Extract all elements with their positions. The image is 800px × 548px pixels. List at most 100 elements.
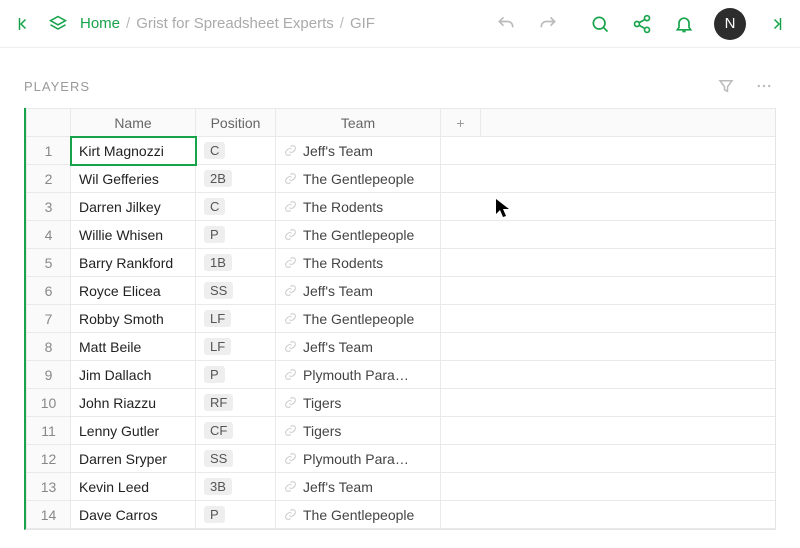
- cell-empty[interactable]: [441, 417, 776, 445]
- bell-icon[interactable]: [672, 12, 696, 36]
- table-row[interactable]: 1Kirt MagnozziCJeff's Team: [27, 137, 776, 165]
- cell-position[interactable]: C: [196, 137, 276, 165]
- search-icon[interactable]: [588, 12, 612, 36]
- row-number[interactable]: 8: [27, 333, 71, 361]
- cell-empty[interactable]: [441, 221, 776, 249]
- cell-empty[interactable]: [441, 249, 776, 277]
- table-row[interactable]: 13Kevin Leed3BJeff's Team: [27, 473, 776, 501]
- table-row[interactable]: 6Royce EliceaSSJeff's Team: [27, 277, 776, 305]
- add-column-button[interactable]: +: [441, 109, 481, 137]
- cell-empty[interactable]: [441, 445, 776, 473]
- cell-empty[interactable]: [441, 165, 776, 193]
- table-row[interactable]: 3Darren JilkeyCThe Rodents: [27, 193, 776, 221]
- column-header-position[interactable]: Position: [196, 109, 276, 137]
- row-number[interactable]: 6: [27, 277, 71, 305]
- cell-team[interactable]: Jeff's Team: [276, 277, 441, 305]
- table-row[interactable]: 12Darren SryperSSPlymouth Para…: [27, 445, 776, 473]
- cell-position[interactable]: 1B: [196, 249, 276, 277]
- row-number[interactable]: 3: [27, 193, 71, 221]
- cell-name[interactable]: Kirt Magnozzi: [71, 137, 196, 165]
- column-header-name[interactable]: Name: [71, 109, 196, 137]
- redo-icon[interactable]: [536, 12, 560, 36]
- cell-position[interactable]: LF: [196, 333, 276, 361]
- cell-position[interactable]: SS: [196, 277, 276, 305]
- cell-name[interactable]: Lenny Gutler: [71, 417, 196, 445]
- cell-position[interactable]: LF: [196, 305, 276, 333]
- cell-team[interactable]: The Gentlepeople: [276, 501, 441, 529]
- cell-name[interactable]: Darren Sryper: [71, 445, 196, 473]
- cell-name[interactable]: Royce Elicea: [71, 277, 196, 305]
- cell-position[interactable]: SS: [196, 445, 276, 473]
- cell-name[interactable]: John Riazzu: [71, 389, 196, 417]
- table-row[interactable]: 10John RiazzuRFTigers: [27, 389, 776, 417]
- cell-team[interactable]: Tigers: [276, 417, 441, 445]
- cell-position[interactable]: P: [196, 501, 276, 529]
- cell-position[interactable]: P: [196, 221, 276, 249]
- table-row[interactable]: 4Willie WhisenPThe Gentlepeople: [27, 221, 776, 249]
- cell-name[interactable]: Jim Dallach: [71, 361, 196, 389]
- cell-name[interactable]: Matt Beile: [71, 333, 196, 361]
- row-number[interactable]: 12: [27, 445, 71, 473]
- cell-name[interactable]: Kevin Leed: [71, 473, 196, 501]
- table-row[interactable]: 2Wil Gefferies2BThe Gentlepeople: [27, 165, 776, 193]
- cell-empty[interactable]: [441, 333, 776, 361]
- cell-empty[interactable]: [441, 305, 776, 333]
- row-number[interactable]: 9: [27, 361, 71, 389]
- cell-position[interactable]: C: [196, 193, 276, 221]
- table-row[interactable]: 7Robby SmothLFThe Gentlepeople: [27, 305, 776, 333]
- cell-team[interactable]: Jeff's Team: [276, 137, 441, 165]
- cell-position[interactable]: RF: [196, 389, 276, 417]
- cell-name[interactable]: Willie Whisen: [71, 221, 196, 249]
- cell-empty[interactable]: [441, 501, 776, 529]
- cell-team[interactable]: The Gentlepeople: [276, 165, 441, 193]
- cell-team[interactable]: Tigers: [276, 389, 441, 417]
- table-row[interactable]: 14Dave CarrosPThe Gentlepeople: [27, 501, 776, 529]
- cell-empty[interactable]: [441, 473, 776, 501]
- data-grid[interactable]: Name Position Team + 1Kirt MagnozziCJeff…: [24, 108, 776, 530]
- cell-position[interactable]: CF: [196, 417, 276, 445]
- breadcrumb-item-2[interactable]: GIF: [350, 15, 375, 32]
- collapse-right-icon[interactable]: [764, 12, 788, 36]
- table-row[interactable]: 11Lenny GutlerCFTigers: [27, 417, 776, 445]
- layers-icon[interactable]: [46, 12, 70, 36]
- cell-team[interactable]: The Gentlepeople: [276, 221, 441, 249]
- cell-empty[interactable]: [441, 277, 776, 305]
- cell-name[interactable]: Robby Smoth: [71, 305, 196, 333]
- cell-team[interactable]: Jeff's Team: [276, 333, 441, 361]
- cell-position[interactable]: P: [196, 361, 276, 389]
- row-number[interactable]: 10: [27, 389, 71, 417]
- cell-empty[interactable]: [441, 389, 776, 417]
- cell-empty[interactable]: [441, 137, 776, 165]
- row-number[interactable]: 14: [27, 501, 71, 529]
- cell-name[interactable]: Barry Rankford: [71, 249, 196, 277]
- share-icon[interactable]: [630, 12, 654, 36]
- cell-name[interactable]: Wil Gefferies: [71, 165, 196, 193]
- table-row[interactable]: 8Matt BeileLFJeff's Team: [27, 333, 776, 361]
- cell-team[interactable]: The Rodents: [276, 193, 441, 221]
- cell-team[interactable]: The Rodents: [276, 249, 441, 277]
- cell-position[interactable]: 3B: [196, 473, 276, 501]
- filter-icon[interactable]: [714, 74, 738, 98]
- row-number[interactable]: 13: [27, 473, 71, 501]
- row-number[interactable]: 1: [27, 137, 71, 165]
- collapse-left-icon[interactable]: [12, 12, 36, 36]
- cell-team[interactable]: Plymouth Para…: [276, 445, 441, 473]
- column-header-team[interactable]: Team: [276, 109, 441, 137]
- cell-empty[interactable]: [441, 193, 776, 221]
- undo-icon[interactable]: [494, 12, 518, 36]
- row-number[interactable]: 5: [27, 249, 71, 277]
- row-number[interactable]: 4: [27, 221, 71, 249]
- table-row[interactable]: 5Barry Rankford1BThe Rodents: [27, 249, 776, 277]
- cell-team[interactable]: Jeff's Team: [276, 473, 441, 501]
- breadcrumb-home[interactable]: Home: [80, 15, 120, 32]
- more-icon[interactable]: [752, 74, 776, 98]
- row-number[interactable]: 2: [27, 165, 71, 193]
- row-number[interactable]: 7: [27, 305, 71, 333]
- avatar[interactable]: N: [714, 8, 746, 40]
- cell-team[interactable]: The Gentlepeople: [276, 305, 441, 333]
- cell-position[interactable]: 2B: [196, 165, 276, 193]
- row-number[interactable]: 11: [27, 417, 71, 445]
- table-row[interactable]: 9Jim DallachPPlymouth Para…: [27, 361, 776, 389]
- cell-team[interactable]: Plymouth Para…: [276, 361, 441, 389]
- cell-name[interactable]: Darren Jilkey: [71, 193, 196, 221]
